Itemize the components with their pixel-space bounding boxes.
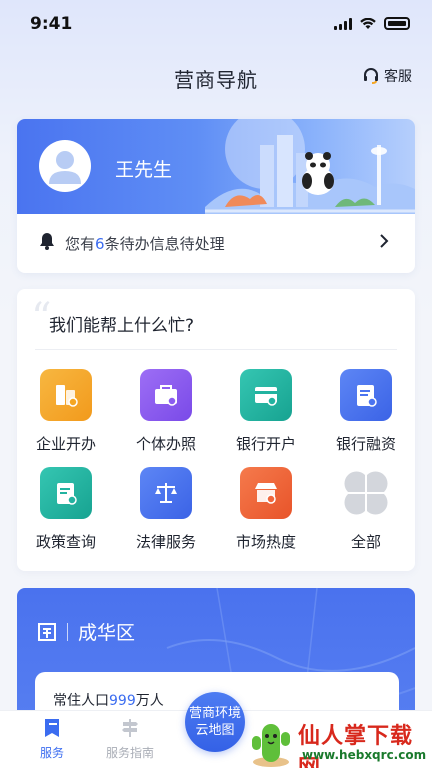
building-icon (40, 369, 92, 421)
nav-services[interactable]: 服务 (12, 717, 92, 761)
service-business-setup[interactable]: 企业开办 (17, 369, 115, 454)
service-label: 企业开办 (35, 435, 96, 453)
divider (35, 349, 397, 350)
user-icon (49, 151, 81, 184)
service-individual-license[interactable]: 个体办照 (117, 369, 215, 454)
service-label: 全部 (350, 533, 381, 551)
finance-doc-icon (340, 369, 392, 421)
status-bar: 9:41 (0, 0, 432, 48)
four-petal-icon (340, 467, 392, 519)
district-name: 成华区 (78, 622, 136, 644)
battery-icon (384, 17, 410, 30)
todo-suffix: 条待办信息待处理 (104, 235, 225, 253)
services-icon (45, 719, 59, 737)
todo-notice[interactable]: 您有6条待办信息待处理 (17, 214, 415, 273)
nav-guide[interactable]: 服务指南 (90, 717, 170, 761)
service-bank-financing[interactable]: 银行融资 (317, 369, 415, 454)
signpost-icon (122, 719, 138, 737)
user-banner: 王先生 (17, 119, 415, 214)
population-unit: 万人 (135, 693, 164, 709)
shop-bag-icon (140, 369, 192, 421)
wifi-icon (360, 17, 376, 29)
avatar[interactable] (39, 140, 91, 192)
nav-guide-label: 服务指南 (105, 746, 154, 760)
help-title: 我们能帮上什么忙? (49, 316, 195, 336)
market-icon (240, 467, 292, 519)
district-header: 成华区 (37, 618, 135, 645)
customer-service-button[interactable]: 客服 (362, 66, 412, 86)
service-label: 市场热度 (235, 533, 296, 551)
bell-icon (40, 233, 54, 250)
city-illustration (205, 119, 415, 214)
headset-icon (364, 68, 378, 84)
service-bank-account[interactable]: 银行开户 (217, 369, 315, 454)
status-time: 9:41 (30, 14, 73, 34)
scale-icon (140, 467, 192, 519)
help-card: “ 我们能帮上什么忙? 企业开办 个体办照 银行开户 银行融资 政策查询 法律服… (17, 289, 415, 571)
user-name: 王先生 (115, 159, 173, 181)
district-separator (67, 622, 68, 641)
service-all[interactable]: 全部 (317, 467, 415, 552)
status-icons (334, 17, 410, 30)
user-card: 王先生 您有6条待办信息待处理 (17, 119, 415, 273)
map-button-line1: 营商环境 (188, 706, 241, 721)
service-legal[interactable]: 法律服务 (117, 467, 215, 552)
customer-service-label: 客服 (384, 69, 412, 85)
bank-card-icon (240, 369, 292, 421)
service-market-heat[interactable]: 市场热度 (217, 467, 315, 552)
policy-doc-icon (40, 467, 92, 519)
cactus-logo-icon (252, 724, 290, 767)
service-policy-query[interactable]: 政策查询 (17, 467, 115, 552)
service-label: 银行融资 (335, 435, 396, 453)
nav-services-label: 服务 (39, 746, 64, 760)
todo-count: 6 (95, 235, 105, 253)
service-label: 银行开户 (235, 435, 296, 453)
todo-notice-text: 您有6条待办信息待处理 (65, 233, 225, 254)
service-label: 政策查询 (35, 533, 96, 551)
service-label: 法律服务 (135, 533, 196, 551)
service-label: 个体办照 (135, 435, 196, 453)
chevron-right-icon (380, 234, 389, 248)
district-logo-icon (38, 622, 56, 641)
population-prefix: 常住人口 (53, 693, 109, 709)
watermark: 仙人掌下载网 www.hebxqrc.com (246, 716, 432, 768)
population-text: 常住人口999万人 (53, 690, 164, 710)
map-button-line2: 云地图 (195, 723, 235, 738)
business-map-button[interactable]: 营商环境 云地图 (185, 692, 245, 752)
population-value: 999 (109, 693, 136, 709)
signal-icon (334, 17, 352, 30)
watermark-url: www.hebxqrc.com (302, 748, 427, 762)
todo-prefix: 您有 (65, 235, 96, 253)
